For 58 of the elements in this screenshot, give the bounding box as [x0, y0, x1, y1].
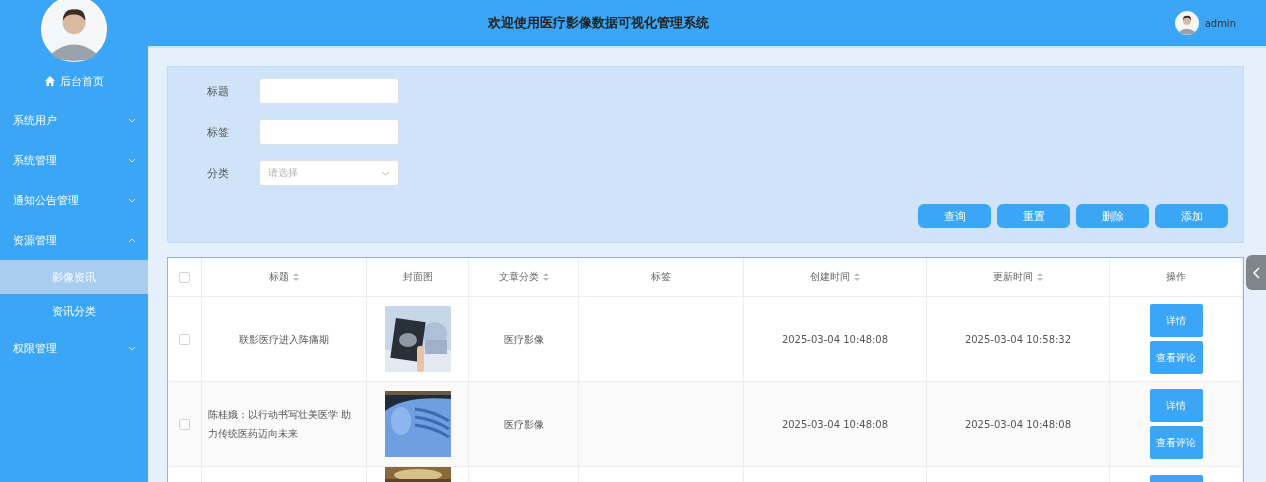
- input-field[interactable]: [259, 119, 399, 145]
- chevron-down-icon: [128, 197, 136, 203]
- home-icon: [44, 76, 55, 86]
- field-label: 标题: [206, 83, 230, 99]
- column-header: 操作: [1166, 270, 1186, 284]
- table-cell-text: 2025-03-04 10:58:32: [964, 332, 1072, 347]
- submenu-item[interactable]: 影像资讯: [0, 260, 148, 294]
- column-header: 标题: [269, 270, 289, 284]
- menu-item[interactable]: 资源管理: [0, 220, 148, 260]
- row-action-button[interactable]: 详情: [1149, 389, 1203, 422]
- menu-item[interactable]: 系统管理: [0, 140, 148, 180]
- chevron-down-icon: [128, 345, 136, 351]
- input-field[interactable]: [259, 78, 399, 104]
- table-cell-text: 医疗影像: [503, 332, 544, 347]
- checkbox[interactable]: [179, 271, 190, 283]
- action-button[interactable]: 添加: [1155, 204, 1228, 228]
- action-button[interactable]: 删除: [1076, 204, 1149, 228]
- user-avatar: [1174, 11, 1199, 35]
- chevron-down-icon: [128, 117, 136, 123]
- page-title: 欢迎使用医疗影像数据可视化管理系统: [488, 14, 709, 32]
- row-action-button[interactable]: 查看评论: [1149, 426, 1203, 459]
- sort-icon[interactable]: [293, 272, 299, 282]
- column-header: 创建时间: [810, 270, 850, 284]
- checkbox[interactable]: [179, 333, 190, 345]
- field-label: 分类: [206, 165, 230, 181]
- avatar: [41, 0, 107, 62]
- column-header: 封面图: [402, 270, 433, 284]
- table-cell-text: 2025-03-04 10:48:08: [781, 332, 889, 347]
- select-field[interactable]: 请选择: [259, 160, 399, 186]
- menu-item[interactable]: 权限管理: [0, 328, 148, 368]
- collapse-tab[interactable]: [1246, 255, 1266, 290]
- menu-item[interactable]: 系统用户: [0, 100, 148, 140]
- table-cell-text: 陈桂娥：以行动书写壮美医学 助力传统医药迈向未来: [208, 408, 353, 441]
- chevron-down-icon: [128, 157, 136, 163]
- table-cell-text: 2025-03-04 10:48:08: [964, 417, 1072, 432]
- table-cell-text: 联影医疗进入阵痛期: [239, 332, 329, 347]
- row-action-button[interactable]: 详情: [1149, 304, 1203, 337]
- chevron-up-icon: [128, 237, 136, 243]
- table-cell-text: 2025-03-04 10:48:08: [781, 417, 889, 432]
- checkbox[interactable]: [179, 418, 190, 430]
- sort-icon[interactable]: [1037, 272, 1043, 282]
- row-action-button[interactable]: 查看评论: [1149, 341, 1203, 374]
- details-button[interactable]: [1149, 475, 1203, 482]
- table-cell-text: 医疗影像: [503, 417, 544, 432]
- chevron-down-icon: [381, 170, 390, 176]
- menu-item[interactable]: 通知公告管理: [0, 180, 148, 220]
- action-button[interactable]: 重置: [997, 204, 1070, 228]
- sort-icon[interactable]: [542, 272, 549, 282]
- sort-icon[interactable]: [854, 272, 860, 282]
- column-header: 更新时间: [993, 270, 1033, 284]
- user-name[interactable]: admin: [1204, 17, 1236, 29]
- action-button[interactable]: 查询: [918, 204, 991, 228]
- field-label: 标签: [206, 124, 230, 140]
- submenu-item[interactable]: 资讯分类: [0, 294, 148, 328]
- home-link[interactable]: 后台首页: [44, 73, 104, 89]
- column-header: 标签: [651, 270, 671, 284]
- chevron-left-icon: [1252, 266, 1260, 279]
- column-header: 文章分类: [498, 270, 539, 284]
